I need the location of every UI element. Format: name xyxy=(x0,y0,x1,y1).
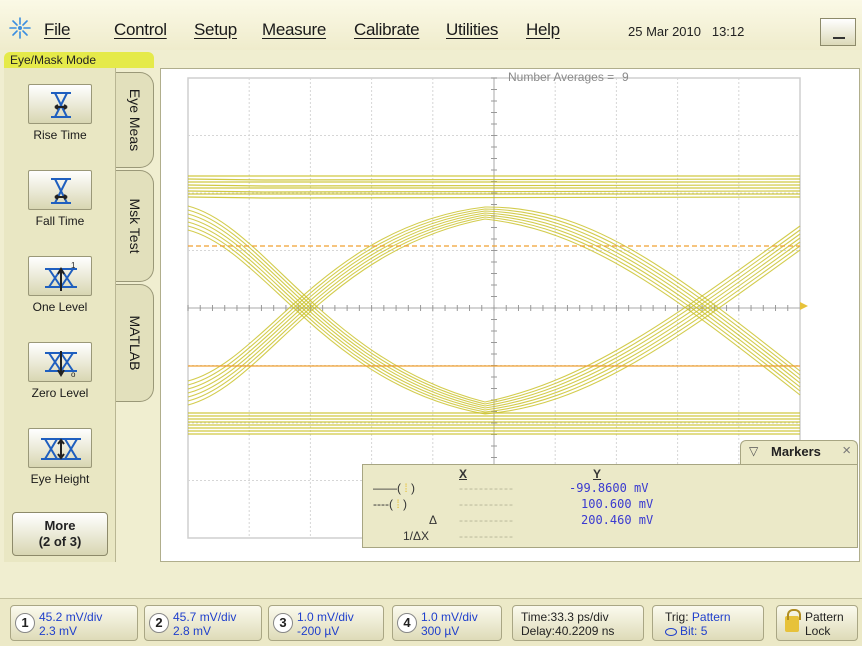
eye-height-label: Eye Height xyxy=(30,472,90,486)
rise-time-button[interactable]: Rise Time xyxy=(6,76,114,156)
eye-height-button[interactable]: Eye Height xyxy=(6,420,114,500)
trigger-button[interactable]: Trig: Pattern Bit: 5 xyxy=(652,605,764,641)
timebase-delay: Delay:40.2209 ns xyxy=(521,624,615,638)
menu-bar: File Control Setup Measure Calibrate Uti… xyxy=(0,0,862,50)
zero-level-label: Zero Level xyxy=(31,386,89,400)
channel-3-button[interactable]: 3 1.0 mV/div -200 µV xyxy=(268,605,384,641)
pattern-lock-button[interactable]: Pattern Lock xyxy=(776,605,858,641)
markers-col-x: X xyxy=(459,467,468,481)
trigger-label: Trig: xyxy=(665,610,689,624)
channel-2-button[interactable]: 2 45.7 mV/div 2.8 mV xyxy=(144,605,262,641)
fall-time-icon xyxy=(28,170,92,210)
averages-value: 9 xyxy=(622,70,629,84)
minimize-button[interactable] xyxy=(820,18,856,46)
marker-delta-label: Δ xyxy=(429,513,438,527)
date-text: 25 Mar 2010 xyxy=(628,24,701,39)
trigger-bit-label: Bit: xyxy=(680,624,698,638)
menu-measure[interactable]: Measure xyxy=(262,20,326,40)
channel-4-button[interactable]: 4 1.0 mV/div 300 µV xyxy=(392,605,502,641)
markers-tab[interactable]: ▽ Markers × xyxy=(740,440,858,464)
more-page-label: (2 of 3) xyxy=(38,534,82,549)
markers-panel: X Y ——( ⁞ ) ----------- -99.8600 mV ----… xyxy=(362,464,858,548)
more-button[interactable]: More (2 of 3) xyxy=(12,512,108,556)
menu-utilities[interactable]: Utilities xyxy=(446,20,498,40)
time-text: 13:12 xyxy=(711,24,745,39)
svg-text:o: o xyxy=(71,370,76,379)
channel-1-offset: 2.3 mV xyxy=(39,624,78,638)
pattern-lock-line1: Pattern xyxy=(805,610,844,624)
eye-icon xyxy=(665,628,677,636)
eye-trace-high xyxy=(187,178,801,181)
channel-1-scale: 45.2 mV/div xyxy=(39,610,103,624)
marker-inverse-delta-label: 1/ΔX xyxy=(403,529,430,543)
agilent-logo-icon xyxy=(9,17,31,39)
more-label: More xyxy=(44,518,76,533)
channel-1-number: 1 xyxy=(15,613,35,633)
tab-matlab[interactable]: MATLAB xyxy=(116,284,154,402)
trigger-bit-line: Bit: 5 xyxy=(665,624,707,638)
channel-bar: 1 45.2 mV/div 2.3 mV 2 45.7 mV/div 2.8 m… xyxy=(0,598,862,646)
zero-level-button[interactable]: o Zero Level xyxy=(6,334,114,414)
channel-offset-marker-icon[interactable] xyxy=(800,302,808,310)
channel-4-offset: 300 µV xyxy=(421,624,460,638)
eye-trace-high xyxy=(187,190,801,193)
channel-4-number: 4 xyxy=(397,613,417,633)
channel-3-offset: -200 µV xyxy=(297,624,340,638)
marker-row3-x: ----------- xyxy=(459,513,514,527)
tab-eye-meas-label: Eye Meas xyxy=(126,88,143,152)
channel-2-scale: 45.7 mV/div xyxy=(173,610,237,624)
trigger-bit-value: 5 xyxy=(700,624,708,638)
channel-3-number: 3 xyxy=(273,613,293,633)
marker-row1-y: -99.8600 mV xyxy=(569,481,649,495)
marker-row1-x: ----------- xyxy=(459,481,514,495)
rise-time-label: Rise Time xyxy=(33,128,87,142)
markers-title: Markers xyxy=(771,444,821,459)
timebase-scale: Time:33.3 ps/div xyxy=(521,610,609,624)
eye-height-icon xyxy=(28,428,92,468)
fall-time-label: Fall Time xyxy=(35,214,85,228)
chevron-down-icon[interactable]: ▽ xyxy=(749,444,758,458)
marker-row3-y: 200.460 mV xyxy=(581,513,654,527)
one-level-label: One Level xyxy=(32,300,88,314)
channel-3-scale: 1.0 mV/div xyxy=(297,610,354,624)
tab-matlab-label: MATLAB xyxy=(126,315,143,371)
channel-1-button[interactable]: 1 45.2 mV/div 2.3 mV xyxy=(10,605,138,641)
eye-trace-high xyxy=(187,184,801,187)
menu-calibrate[interactable]: Calibrate xyxy=(354,20,420,40)
channel-2-offset: 2.8 mV xyxy=(173,624,212,638)
trigger-line: Trig: Pattern xyxy=(665,610,731,624)
marker-row2-x: ----------- xyxy=(459,497,514,511)
menu-control[interactable]: Control xyxy=(114,20,167,40)
menu-setup[interactable]: Setup xyxy=(194,20,237,40)
tab-msk-test-label: Msk Test xyxy=(126,198,143,254)
one-level-button[interactable]: 1 One Level xyxy=(6,248,114,328)
padlock-icon xyxy=(785,609,801,632)
tab-eye-meas[interactable]: Eye Meas xyxy=(116,72,154,168)
one-level-icon: 1 xyxy=(28,256,92,296)
mode-label: Eye/Mask Mode xyxy=(4,52,154,68)
markers-col-y: Y xyxy=(593,467,602,481)
timebase-button[interactable]: Time:33.3 ps/div Delay:40.2209 ns xyxy=(512,605,644,641)
marker-row2-y: 100.600 mV xyxy=(581,497,654,511)
svg-text:1: 1 xyxy=(71,261,76,270)
fall-time-button[interactable]: Fall Time xyxy=(6,162,114,242)
zero-level-icon: o xyxy=(28,342,92,382)
channel-4-scale: 1.0 mV/div xyxy=(421,610,478,624)
pattern-lock-line2: Lock xyxy=(805,624,831,638)
tab-msk-test[interactable]: Msk Test xyxy=(116,170,154,282)
averages-label: Number Averages = xyxy=(508,70,615,84)
date-time-display: 25 Mar 2010 13:12 xyxy=(620,18,794,46)
close-icon[interactable]: × xyxy=(842,442,851,459)
menu-help[interactable]: Help xyxy=(526,20,560,40)
rise-time-icon xyxy=(28,84,92,124)
trigger-source: Pattern xyxy=(691,610,731,624)
marker-solid-line-icon: ——( ⁞ ) xyxy=(373,481,416,495)
marker-row4-x: ----------- xyxy=(459,529,514,543)
eye-trace-high xyxy=(187,196,801,199)
marker-dashed-line-icon: ----( ⁞ ) xyxy=(373,497,408,511)
channel-2-number: 2 xyxy=(149,613,169,633)
menu-file[interactable]: File xyxy=(44,20,71,40)
measurement-toolbar: Rise Time Fall Time 1 One Level o Zero L… xyxy=(4,68,116,562)
